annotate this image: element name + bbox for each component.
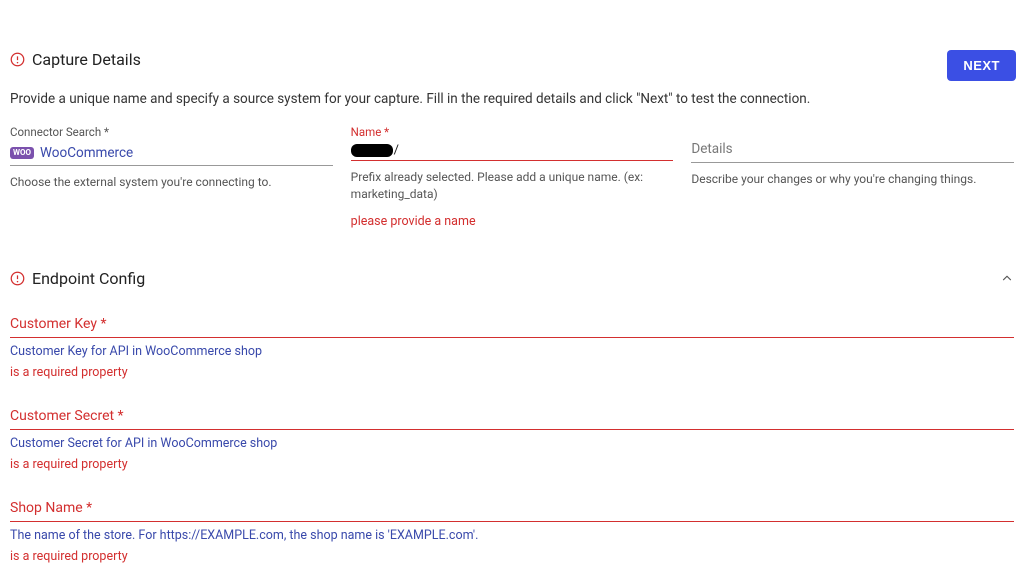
- warning-icon: [10, 271, 25, 286]
- name-error: please provide a name: [351, 214, 674, 229]
- shop-name-error: is a required property: [10, 549, 1014, 564]
- shop-name-desc: The name of the store. For https://EXAMP…: [10, 528, 1014, 543]
- woocommerce-icon: WOO: [10, 147, 34, 159]
- chevron-up-icon: [1000, 271, 1014, 285]
- customer-secret-desc: Customer Secret for API in WooCommerce s…: [10, 436, 1014, 451]
- name-helper: Prefix already selected. Please add a un…: [351, 169, 674, 204]
- customer-secret-error: is a required property: [10, 457, 1014, 472]
- endpoint-config-title: Endpoint Config: [32, 269, 145, 288]
- connector-search-input[interactable]: WOO WooCommerce: [10, 141, 333, 166]
- details-input[interactable]: Details: [691, 137, 1014, 163]
- connector-search-label: Connector Search *: [10, 125, 333, 139]
- customer-key-input[interactable]: Customer Key *: [10, 316, 1014, 338]
- name-input[interactable]: /: [351, 141, 674, 161]
- next-button[interactable]: NEXT: [947, 50, 1016, 81]
- customer-key-error: is a required property: [10, 365, 1014, 380]
- capture-details-title: Capture Details: [32, 50, 141, 69]
- name-slash: /: [394, 143, 399, 158]
- endpoint-config-header[interactable]: Endpoint Config: [10, 269, 1014, 288]
- capture-details-header[interactable]: Capture Details: [10, 50, 1014, 69]
- customer-secret-input[interactable]: Customer Secret *: [10, 408, 1014, 430]
- name-label: Name *: [351, 125, 674, 139]
- shop-name-input[interactable]: Shop Name *: [10, 500, 1014, 522]
- connector-search-value: WooCommerce: [40, 145, 133, 161]
- warning-icon: [10, 52, 25, 67]
- capture-details-description: Provide a unique name and specify a sour…: [10, 91, 1014, 107]
- name-prefix-redacted: [351, 144, 393, 157]
- connector-search-helper: Choose the external system you're connec…: [10, 174, 333, 191]
- customer-key-desc: Customer Key for API in WooCommerce shop: [10, 344, 1014, 359]
- details-helper: Describe your changes or why you're chan…: [691, 171, 1014, 188]
